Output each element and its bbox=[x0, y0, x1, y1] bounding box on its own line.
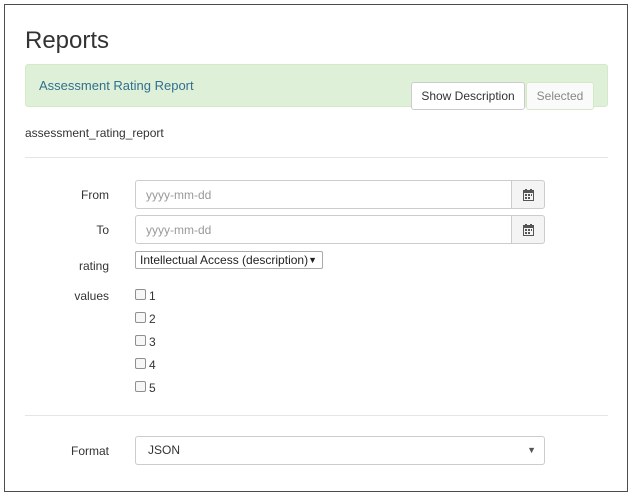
value-label: 1 bbox=[149, 289, 156, 303]
to-calendar-button[interactable] bbox=[511, 215, 545, 244]
value-checkbox[interactable] bbox=[135, 358, 146, 369]
selected-button[interactable]: Selected bbox=[526, 82, 594, 110]
format-label: Format bbox=[70, 444, 109, 458]
from-date-input[interactable] bbox=[135, 180, 512, 209]
rating-select[interactable]: Intellectual Access (description) ▼ bbox=[135, 251, 323, 269]
to-date-group bbox=[135, 215, 545, 244]
value-checkbox[interactable] bbox=[135, 289, 146, 300]
value-checkbox[interactable] bbox=[135, 312, 146, 323]
report-banner: Assessment Rating Report Show Descriptio… bbox=[25, 64, 608, 110]
caret-down-icon: ▼ bbox=[527, 445, 536, 455]
value-label: 4 bbox=[149, 358, 156, 372]
from-date-group bbox=[135, 180, 545, 209]
rating-label: rating bbox=[78, 259, 109, 273]
report-title: Assessment Rating Report bbox=[39, 78, 194, 93]
format-selected-value: JSON bbox=[148, 443, 181, 457]
value-checkbox[interactable] bbox=[135, 381, 146, 392]
values-label: values bbox=[74, 289, 109, 303]
to-date-input[interactable] bbox=[135, 215, 512, 244]
value-label: 3 bbox=[149, 335, 156, 349]
value-label: 5 bbox=[149, 381, 156, 395]
report-code: assessment_rating_report bbox=[25, 126, 164, 140]
rating-selected-value: Intellectual Access (description) bbox=[140, 253, 309, 267]
calendar-icon bbox=[523, 189, 534, 201]
to-label: To bbox=[96, 223, 109, 237]
format-select[interactable]: JSON ▼ bbox=[135, 436, 545, 465]
report-form-panel: Reports Assessment Rating Report Show De… bbox=[4, 4, 628, 492]
divider bbox=[25, 415, 608, 416]
from-calendar-button[interactable] bbox=[511, 180, 545, 209]
calendar-icon bbox=[523, 224, 534, 236]
from-label: From bbox=[81, 188, 109, 202]
value-checkbox[interactable] bbox=[135, 335, 146, 346]
page-title: Reports bbox=[25, 27, 110, 54]
show-description-button[interactable]: Show Description bbox=[411, 82, 525, 110]
value-label: 2 bbox=[149, 312, 156, 326]
caret-down-icon: ▼ bbox=[308, 255, 317, 265]
divider bbox=[25, 157, 608, 158]
